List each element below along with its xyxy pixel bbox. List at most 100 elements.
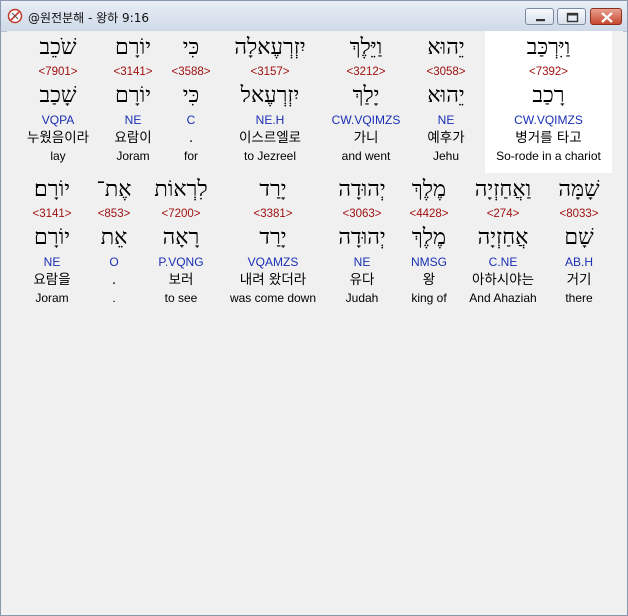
strong-number: <7200>: [161, 208, 201, 220]
title-bar[interactable]: @원전분해 - 왕하 9:16: [1, 1, 627, 32]
hebrew-word: וַיֵּלֶךְ: [349, 35, 383, 60]
word-cell[interactable]: אֶת־ <853> אֵת O . .: [91, 173, 137, 315]
hebrew-word: כִּי: [182, 35, 200, 60]
word-cell[interactable]: שָׁמָּה <8033> שָׁם AB.H 거기 there: [547, 173, 611, 315]
strong-number: <3063>: [342, 208, 382, 220]
lemma: שָׁם: [564, 225, 594, 250]
korean-gloss: 병거를 타고: [515, 130, 582, 146]
lemma: רָכַב: [532, 83, 565, 108]
hebrew-word: יִזְרְעֶאלָה: [234, 35, 306, 60]
lemma: אֵת: [100, 225, 128, 250]
korean-gloss: 아하시야는: [471, 272, 535, 288]
hebrew-word: אֶת־: [96, 177, 132, 202]
maximize-button[interactable]: [557, 8, 586, 25]
morphology-code: C: [186, 113, 196, 127]
word-cell[interactable]: יְהוּדָה <3063> יְהוּדָה NE 유다 Judah: [327, 173, 397, 315]
word-cell[interactable]: וַיִּרְכַּב <7392> רָכַב CW.VQIMZS 병거를 타…: [485, 31, 612, 173]
morphology-code: CW.VQIMZS: [331, 113, 401, 127]
korean-gloss: 내려 왔더라: [239, 272, 307, 288]
morphology-code: NE: [353, 255, 371, 269]
morphology-code: VQPA: [41, 113, 75, 127]
morphology-code: NE: [437, 113, 455, 127]
lemma: יוֹרָם: [115, 83, 151, 108]
english-gloss: .: [112, 291, 116, 305]
english-gloss: Joram: [35, 291, 69, 305]
app-window: @원전분해 - 왕하 9:16 וַיִּרְכַּב <7392> רָכַב…: [0, 0, 628, 616]
morphology-code: NE: [124, 113, 142, 127]
strong-number: <3141>: [32, 208, 72, 220]
strong-number: <7901>: [38, 66, 78, 78]
korean-gloss: .: [188, 130, 194, 146]
word-cell[interactable]: וַאֲחַזְיָה <274> אֲחַזְיָה C.NE 아하시야는 A…: [461, 173, 545, 315]
word-cell[interactable]: יוֹרָם׃ <3141> יוֹרָם NE 요람을 Joram: [17, 173, 87, 315]
word-cell[interactable]: כִּי <3588> כִּי C . for: [167, 31, 215, 173]
morphology-code: AB.H: [564, 255, 593, 269]
korean-gloss: 요람이: [114, 130, 152, 146]
lemma: יָרַד: [259, 225, 287, 250]
close-icon: [601, 12, 613, 23]
interlinear-view: וַיִּרְכַּב <7392> רָכַב CW.VQIMZS 병거를 타…: [7, 31, 623, 611]
strong-number: <7392>: [528, 66, 568, 78]
hebrew-word: יְהוּדָה: [338, 177, 386, 202]
strong-number: <8033>: [559, 208, 599, 220]
english-gloss: was come down: [229, 291, 317, 305]
hebrew-word: יֵהוּא: [427, 35, 465, 60]
minimize-icon: [536, 19, 545, 22]
minimize-button[interactable]: [525, 8, 554, 25]
english-gloss: Joram: [116, 149, 150, 163]
english-gloss: Judah: [345, 291, 379, 305]
strong-number: <3588>: [171, 66, 211, 78]
hebrew-word: וַאֲחַזְיָה: [474, 177, 532, 202]
korean-gloss: 가니: [353, 130, 379, 146]
hebrew-word: שָׁמָּה: [558, 177, 600, 202]
morphology-code: O: [109, 255, 119, 269]
english-gloss: lay: [50, 149, 66, 163]
hebrew-word: וַיִּרְכַּב: [526, 35, 571, 60]
lemma: רָאָה: [162, 225, 200, 250]
hebrew-word: מֶלֶךְ: [411, 177, 447, 202]
english-gloss: and went: [341, 149, 391, 163]
lemma: יְהוּדָה: [338, 225, 386, 250]
strong-number: <4428>: [409, 208, 449, 220]
lemma: יוֹרָם: [34, 225, 70, 250]
morphology-code: NMSG: [411, 255, 447, 269]
english-gloss: for: [183, 149, 198, 163]
strong-number: <3058>: [426, 66, 466, 78]
morphology-code: NE.H: [255, 113, 285, 127]
word-cell[interactable]: יוֹרָם <3141> יוֹרָם NE 요람이 Joram: [103, 31, 163, 173]
morphology-code: VQAMZS: [247, 255, 299, 269]
lemma: יָלַךְ: [352, 83, 380, 108]
lemma: יֵהוּא: [427, 83, 465, 108]
hebrew-word: שֹׁכֵב: [39, 35, 77, 60]
korean-gloss: 왕: [422, 272, 436, 288]
english-gloss: to see: [164, 291, 198, 305]
word-cell[interactable]: וַיֵּלֶךְ <3212> יָלַךְ CW.VQIMZS 가니 and…: [322, 31, 410, 173]
korean-gloss: 예후가: [427, 130, 465, 146]
word-cell[interactable]: שֹׁכֵב <7901> שָׁכַב VQPA 누웠음이라 lay: [17, 31, 99, 173]
hebrew-word: לִרְאוֹת: [154, 177, 208, 202]
word-cell[interactable]: יָרַד <3381> יָרַד VQAMZS 내려 왔더라 was com…: [221, 173, 325, 315]
korean-gloss: 보러: [168, 272, 194, 288]
close-button[interactable]: [590, 8, 622, 25]
lemma: יִזְרְעֶאל: [240, 83, 300, 108]
english-gloss: there: [565, 291, 593, 305]
word-cell[interactable]: מֶלֶךְ <4428> מֶלֶךְ NMSG 왕 king of: [401, 173, 457, 315]
lemma: שָׁכַב: [39, 83, 77, 108]
word-cell[interactable]: לִרְאוֹת <7200> רָאָה P.VQNG 보러 to see: [145, 173, 217, 315]
verse-row: שָׁמָּה <8033> שָׁם AB.H 거기 there וַאֲחַ…: [7, 173, 623, 315]
verse-row: וַיִּרְכַּב <7392> רָכַב CW.VQIMZS 병거를 타…: [7, 31, 623, 173]
korean-gloss: 요람을: [33, 272, 71, 288]
korean-gloss: .: [111, 272, 117, 288]
korean-gloss: 거기: [566, 272, 592, 288]
english-gloss: king of: [411, 291, 447, 305]
english-gloss: And Ahaziah: [469, 291, 537, 305]
word-cell[interactable]: יֵהוּא <3058> יֵהוּא NE 예후가 Jehu: [413, 31, 479, 173]
strong-number: <3212>: [346, 66, 386, 78]
korean-gloss: 이스르엘로: [238, 130, 302, 146]
strong-number: <274>: [486, 208, 520, 220]
word-cell[interactable]: יִזְרְעֶאלָה <3157> יִזְרְעֶאל NE.H 이스르엘…: [220, 31, 320, 173]
korean-gloss: 유다: [349, 272, 375, 288]
book-compass-icon: [7, 8, 23, 24]
morphology-code: NE: [43, 255, 61, 269]
hebrew-word: יָרַד: [259, 177, 287, 202]
